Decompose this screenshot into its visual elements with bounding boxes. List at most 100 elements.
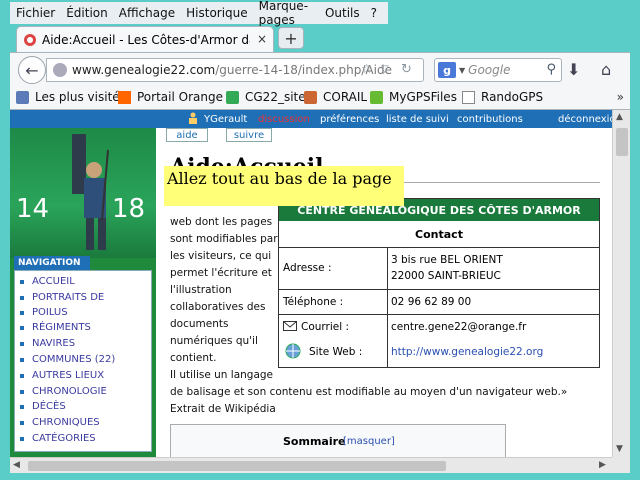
mail-icon [283,321,297,334]
contributions-link[interactable]: contributions [457,114,523,125]
tab-strip: Aide:Accueil - Les Côtes-d'Armor dans l.… [10,24,630,52]
url-host: www.genealogie22.com [72,63,216,77]
scrollbar-corner [612,457,630,473]
courriel-value[interactable]: centre.gene22@orange.fr [391,321,526,333]
page-icon [462,90,475,104]
web-link[interactable]: http://www.genealogie22.org [391,346,543,358]
more-bookmarks-icon[interactable]: » [617,90,624,104]
nav-navires[interactable]: NAVIRES [19,338,75,349]
history-dropdown-icon[interactable]: ▽ [381,64,389,75]
nav-chronologie[interactable]: CHRONOLOGIE [20,386,107,397]
body-line: web dont les pages [170,216,273,228]
close-tab-icon[interactable]: × [257,32,267,46]
body-line: contient. [170,352,217,364]
bookmark-label: RandoGPS [481,90,544,104]
body-line: de balisage et son contenu est modifiabl… [170,386,568,398]
body-line: collaboratives des [170,301,266,313]
page-viewport: YGerault discussion préférences liste de… [10,110,612,457]
home-icon[interactable]: ⌂ [601,60,611,79]
infobox-contact-title: Contact [279,221,599,248]
bookmark-mygpsfiles[interactable]: MyGPSFiles [370,90,457,104]
back-arrow-icon: ← [25,60,39,80]
body-line: Extrait de Wikipédia [170,403,276,415]
search-placeholder: Google [468,63,511,77]
bookmark-label: Portail Orange [137,90,223,104]
scroll-left-icon[interactable]: ◀ [13,460,20,470]
watchlist-link[interactable]: liste de suivi [386,114,449,125]
nav-deces[interactable]: DÉCÈS [20,401,66,412]
scroll-hint-tooltip: Allez tout au bas de la page [164,166,404,206]
scroll-down-icon[interactable]: ▼ [616,444,623,454]
adresse-label: Adresse : [283,262,332,274]
google-engine-icon[interactable]: g [438,62,456,78]
corail-icon [304,90,317,104]
back-button[interactable]: ← [18,56,46,84]
body-line: numériques qu'il [170,335,258,347]
menu-aide[interactable]: ? [371,6,377,20]
tab-title: Aide:Accueil - Les Côtes-d'Armor dans l.… [42,32,250,47]
engine-dropdown-icon[interactable]: ▼ [459,66,465,75]
body-line: l'illustration [170,284,232,296]
preferences-link[interactable]: préférences [320,114,379,125]
orange-icon [118,90,131,104]
site-logo[interactable]: 14 18 [10,128,156,258]
bookmark-corail[interactable]: CORAIL [304,90,367,104]
cg22-icon [226,90,239,104]
menu-affichage[interactable]: Affichage [119,6,175,20]
vertical-scroll-thumb[interactable] [616,128,628,156]
nav-categories[interactable]: CATÉGORIES [20,433,96,444]
download-icon[interactable]: ⬇ [567,60,580,79]
nav-chroniques[interactable]: CHRONIQUES [20,417,100,428]
menu-outils[interactable]: Outils [325,6,360,20]
globe-icon [53,63,67,77]
nav-regiments[interactable]: RÉGIMENTS [20,322,91,333]
bookmark-label: MyGPSFiles [389,90,457,104]
tab-suivre[interactable]: suivre [226,128,272,142]
nav-autres-lieux[interactable]: AUTRES LIEUX [19,370,104,381]
bookmark-portail-orange[interactable]: Portail Orange [118,90,223,104]
contact-infobox: CENTRE GÉNÉALOGIQUE DES CÔTES D'ARMOR Co… [278,198,600,368]
bookmark-label: CORAIL [323,90,368,104]
bookmark-les-plus-visites[interactable]: Les plus visités [16,90,126,104]
url-bar[interactable]: www.genealogie22.com /guerre-14-18/index… [46,58,424,82]
search-box[interactable]: g ▼ Google ⚲ [434,58,562,82]
nav-poilus[interactable]: POILUS [20,307,68,318]
menu-historique[interactable]: Historique [186,6,248,20]
vertical-scrollbar[interactable]: ▲ ▼ [612,110,630,457]
menu-edition[interactable]: Édition [66,6,108,20]
nav-communes[interactable]: COMMUNES (22) [19,354,115,365]
search-icon[interactable]: ⚲ [546,62,556,77]
body-line: documents [170,318,229,330]
menu-marque-pages[interactable]: Marque-pages [259,0,314,27]
bookmark-cg22-site[interactable]: CG22_site [226,90,306,104]
horizontal-scroll-thumb[interactable] [28,461,446,471]
reload-icon[interactable]: ↻ [401,62,412,77]
body-line: les visiteurs, ce qui [170,250,272,262]
row-telephone: Téléphone : 02 96 62 89 00 [279,290,599,315]
new-tab-button[interactable]: + [278,27,304,49]
logout-link[interactable]: déconnexion [558,114,612,125]
bookmark-label: CG22_site [245,90,306,104]
adresse-line1: 3 bis rue BEL ORIENT [391,254,503,266]
talk-link[interactable]: discussion [258,114,310,125]
toc-toggle[interactable]: [masquer] [343,436,395,447]
scroll-up-icon[interactable]: ▲ [616,112,623,122]
tab-aide[interactable]: aide [166,128,208,142]
navigation-title: NAVIGATION [14,256,90,270]
scroll-right-icon[interactable]: ▶ [599,460,606,470]
nav-accueil[interactable]: ACCUEIL [20,276,75,287]
user-link[interactable]: YGerault [204,114,247,125]
tab-aide-accueil[interactable]: Aide:Accueil - Les Côtes-d'Armor dans l.… [16,26,274,52]
menu-fichier[interactable]: Fichier [16,6,55,20]
web-globe-icon [285,343,301,362]
adresse-line2: 22000 SAINT-BRIEUC [391,270,501,282]
nav-portraits-de[interactable]: PORTRAITS DE [19,292,104,303]
bookmark-randogps[interactable]: RandoGPS [462,90,543,104]
soldier-silhouette-icon [72,134,109,250]
courriel-label: Courriel : [301,321,350,333]
telephone-value: 02 96 62 89 00 [391,296,472,308]
telephone-label: Téléphone : [283,296,344,308]
bookmark-star-icon[interactable]: ☆ [361,62,373,77]
navigation-toolbar: ← www.genealogie22.com /guerre-14-18/ind… [10,52,630,86]
horizontal-scrollbar[interactable]: ◀ ▶ [10,457,612,473]
